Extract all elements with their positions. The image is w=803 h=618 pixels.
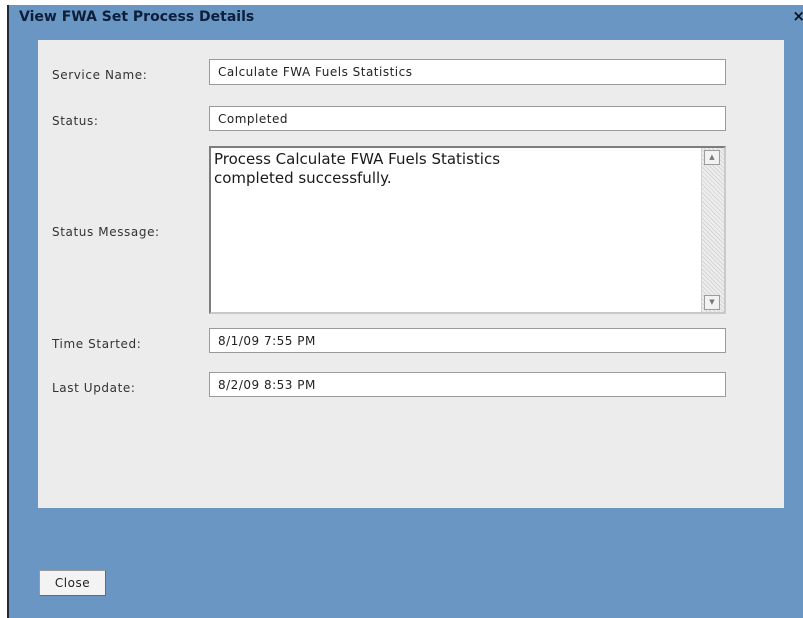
- service-name-label: Service Name:: [52, 68, 148, 82]
- status-message-textarea[interactable]: Process Calculate FWA Fuels Statistics c…: [209, 146, 726, 314]
- dialog-titlebar[interactable]: View FWA Set Process Details ×: [9, 5, 803, 31]
- status-label: Status:: [52, 114, 99, 128]
- time-started-field[interactable]: 8/1/09 7:55 PM: [209, 328, 726, 353]
- close-button[interactable]: Close: [39, 570, 106, 596]
- status-message-label: Status Message:: [52, 225, 160, 239]
- service-name-field[interactable]: Calculate FWA Fuels Statistics: [209, 59, 726, 85]
- close-icon[interactable]: ×: [792, 8, 803, 24]
- details-panel: Service Name: Calculate FWA Fuels Statis…: [38, 40, 784, 508]
- status-field[interactable]: Completed: [209, 106, 726, 131]
- process-details-dialog: View FWA Set Process Details × Service N…: [7, 5, 803, 618]
- status-message-text: Process Calculate FWA Fuels Statistics c…: [214, 150, 501, 187]
- status-message-scrollbar[interactable]: ▲ ▼: [701, 148, 724, 312]
- scroll-down-icon[interactable]: ▼: [704, 295, 720, 310]
- last-update-label: Last Update:: [52, 381, 136, 395]
- scroll-up-icon[interactable]: ▲: [704, 150, 720, 165]
- last-update-field[interactable]: 8/2/09 8:53 PM: [209, 372, 726, 397]
- time-started-label: Time Started:: [52, 337, 142, 351]
- dialog-title: View FWA Set Process Details: [19, 9, 255, 25]
